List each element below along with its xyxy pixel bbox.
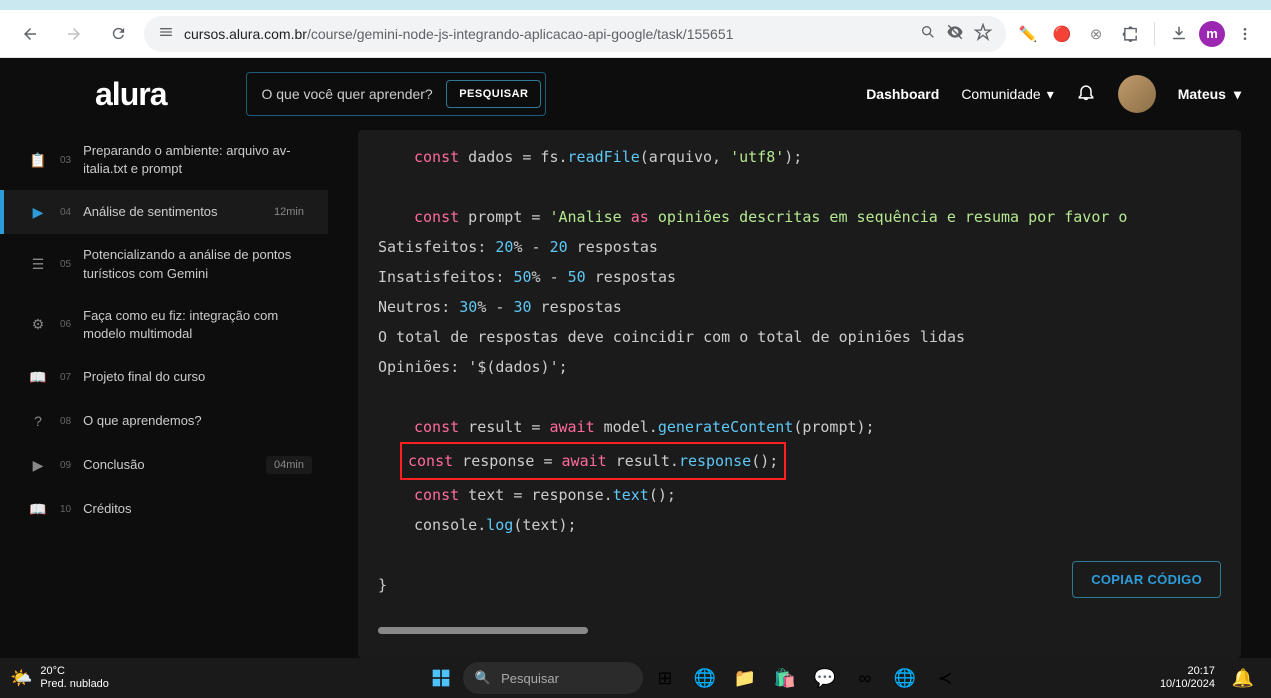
reload-button[interactable]	[100, 16, 136, 52]
code-blank	[378, 172, 1221, 202]
lesson-sidebar: 📋 03 Preparando o ambiente: arquivo av-i…	[0, 130, 328, 658]
play-icon: ▶	[28, 202, 48, 222]
start-button[interactable]	[423, 660, 459, 696]
code-line: const result = await model.generateConte…	[378, 412, 1221, 442]
taskview-icon[interactable]: ⊞	[647, 660, 683, 696]
windows-taskbar: 🌤️ 20°C Pred. nublado 🔍 Pesquisar ⊞ 🌐 📁 …	[0, 658, 1271, 698]
gear-icon: ⚙	[28, 315, 48, 335]
sidebar-item-04[interactable]: ▶ 04 Análise de sentimentos 12min	[0, 190, 328, 234]
scrollbar-thumb[interactable]	[378, 627, 588, 634]
chevron-down-icon: ▾	[1234, 86, 1241, 103]
weather-widget[interactable]: 🌤️ 20°C Pred. nublado	[10, 665, 109, 691]
sidebar-item-06[interactable]: ⚙ 06 Faça como eu fiz: integração com mo…	[0, 295, 328, 355]
address-bar[interactable]: cursos.alura.com.br/course/gemini-node-j…	[144, 16, 1006, 52]
code-line: const prompt = 'Analise as opiniões desc…	[378, 202, 1221, 232]
app-taskbar[interactable]: 💬	[807, 660, 843, 696]
sidebar-item-08[interactable]: ? 08 O que aprendemos?	[0, 399, 328, 443]
app-vscode[interactable]: ≺	[927, 660, 963, 696]
community-dropdown[interactable]: Comunidade ▾	[961, 86, 1053, 103]
extension-icon-2[interactable]: 🔴	[1048, 20, 1076, 48]
code-block: const dados = fs.readFile(arquivo, 'utf8…	[358, 130, 1241, 658]
code-line-highlighted: const response = await result.response()…	[378, 442, 1221, 480]
forward-button[interactable]	[56, 16, 92, 52]
app-explorer[interactable]: 📁	[727, 660, 763, 696]
code-line: const text = response.text();	[378, 480, 1221, 510]
lesson-duration: 12min	[266, 203, 312, 221]
book-icon: 📖	[28, 367, 48, 387]
notifications-tray[interactable]: 🔔	[1225, 660, 1261, 696]
copy-code-button[interactable]: COPIAR CÓDIGO	[1072, 561, 1221, 598]
search-button[interactable]: PESQUISAR	[446, 80, 541, 108]
incognito-icon[interactable]	[946, 23, 964, 44]
sidebar-item-07[interactable]: 📖 07 Projeto final do curso	[0, 355, 328, 399]
question-icon: ?	[28, 411, 48, 431]
code-line: Neutros: 30% - 30 respostas	[378, 292, 1221, 322]
profile-avatar[interactable]: m	[1199, 21, 1225, 47]
taskbar-search[interactable]: 🔍 Pesquisar	[463, 662, 643, 694]
code-line: O total de respostas deve coincidir com …	[378, 322, 1221, 352]
menu-icon[interactable]	[1231, 20, 1259, 48]
alura-logo[interactable]: alura	[95, 76, 166, 113]
code-line: const dados = fs.readFile(arquivo, 'utf8…	[378, 142, 1221, 172]
bookmark-icon[interactable]	[974, 23, 992, 44]
code-line: console.log(text);	[378, 510, 1221, 540]
sidebar-item-05[interactable]: ☰ 05 Potencializando a análise de pontos…	[0, 234, 328, 294]
app-header: alura PESQUISAR Dashboard Comunidade ▾ M…	[0, 58, 1271, 130]
downloads-icon[interactable]	[1165, 20, 1193, 48]
book-icon: 📖	[28, 499, 48, 519]
search-in-page-icon[interactable]	[920, 24, 936, 43]
back-button[interactable]	[12, 16, 48, 52]
code-line: Satisfeitos: 20% - 20 respostas	[378, 232, 1221, 262]
chevron-down-icon: ▾	[1047, 86, 1054, 103]
user-avatar[interactable]	[1118, 75, 1156, 113]
app-vs[interactable]: ∞	[847, 660, 883, 696]
site-settings-icon[interactable]	[158, 24, 174, 43]
browser-toolbar: cursos.alura.com.br/course/gemini-node-j…	[0, 10, 1271, 58]
username-dropdown[interactable]: Mateus ▾	[1178, 86, 1241, 103]
lesson-content: const dados = fs.readFile(arquivo, 'utf8…	[328, 130, 1271, 658]
list-icon: ☰	[28, 255, 48, 275]
extension-icon-1[interactable]: ✏️	[1014, 20, 1042, 48]
app-store[interactable]: 🛍️	[767, 660, 803, 696]
app-chrome[interactable]: 🌐	[687, 660, 723, 696]
toolbar-divider	[1154, 22, 1155, 46]
extensions-icon[interactable]	[1116, 20, 1144, 48]
clock[interactable]: 20:17 10/10/2024	[1160, 665, 1215, 691]
sidebar-item-10[interactable]: 📖 10 Créditos	[0, 487, 328, 531]
code-blank	[378, 382, 1221, 412]
dashboard-link[interactable]: Dashboard	[866, 86, 939, 102]
code-line: Insatisfeitos: 50% - 50 respostas	[378, 262, 1221, 292]
search-box[interactable]: PESQUISAR	[246, 72, 546, 116]
code-scroll[interactable]: const dados = fs.readFile(arquivo, 'utf8…	[358, 142, 1241, 600]
search-input[interactable]	[261, 86, 446, 102]
app-chrome2[interactable]: 🌐	[887, 660, 923, 696]
sidebar-item-09[interactable]: ▶ 09 Conclusão 04min	[0, 443, 328, 487]
checklist-icon: 📋	[28, 150, 48, 170]
extension-icon-3[interactable]: ⊗	[1082, 20, 1110, 48]
url-text: cursos.alura.com.br/course/gemini-node-j…	[184, 26, 910, 42]
notifications-icon[interactable]	[1076, 82, 1096, 107]
play-icon: ▶	[28, 455, 48, 475]
lesson-duration: 04min	[266, 456, 312, 474]
horizontal-scrollbar[interactable]	[378, 627, 588, 634]
search-icon: 🔍	[475, 670, 491, 686]
code-line: Opiniões: '$(dados)';	[378, 352, 1221, 382]
sidebar-item-03[interactable]: 📋 03 Preparando o ambiente: arquivo av-i…	[0, 130, 328, 190]
browser-tabs-strip	[0, 0, 1271, 10]
weather-icon: 🌤️	[10, 668, 32, 689]
